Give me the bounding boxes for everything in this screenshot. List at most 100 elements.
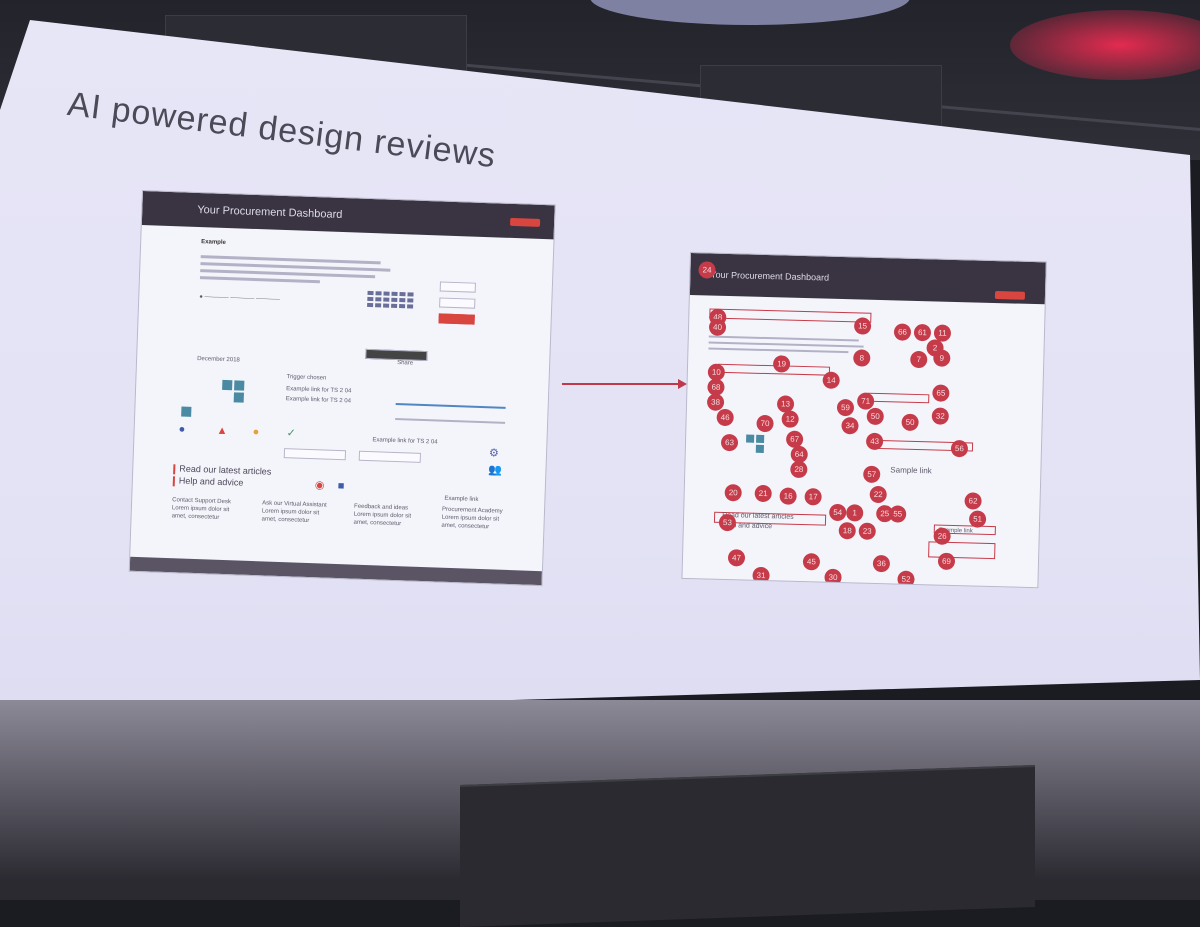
slider-track[interactable] <box>395 417 506 424</box>
annotation-marker: 62 <box>964 492 982 510</box>
button-outline[interactable] <box>439 297 476 309</box>
annotation-marker: 9 <box>933 349 951 367</box>
card-body: Lorem ipsum dolor sit <box>261 508 320 517</box>
checkbox-icon[interactable]: ■ <box>338 480 345 492</box>
annotation-marker: 36 <box>872 554 891 573</box>
dashboard-header: Your Procurement Dashboard <box>689 253 1046 305</box>
warning-icon: ▲ <box>216 424 228 438</box>
annotation-marker: 47 <box>727 549 746 567</box>
highlight-box <box>867 392 930 404</box>
info-icon: ● <box>178 423 186 436</box>
section-heading: Example <box>201 239 226 246</box>
card-title: Contact Support Desk <box>172 497 231 506</box>
annotation-marker: 50 <box>866 407 884 426</box>
colored-square <box>233 392 244 403</box>
alert-icon: ● <box>252 426 260 439</box>
annotation-marker: 34 <box>841 417 859 435</box>
settings-icon[interactable]: ⚙ <box>489 447 499 459</box>
annotation-marker: 32 <box>931 407 950 425</box>
annotation-marker: 55 <box>888 505 907 523</box>
annotation-marker: 8 <box>853 349 871 367</box>
radio-icon[interactable]: ◉ <box>315 479 325 491</box>
colored-square <box>756 434 765 444</box>
annotation-marker: 12 <box>781 410 799 428</box>
dashboard-title: Your Procurement Dashboard <box>710 269 830 283</box>
body-text-line <box>708 347 849 354</box>
primary-button[interactable] <box>438 313 475 325</box>
users-icon[interactable]: 👥 <box>488 464 502 476</box>
dashboard-footer <box>129 556 542 586</box>
card-title: Feedback and ideas <box>353 503 409 512</box>
example-link-small[interactable]: Example link <box>444 496 478 503</box>
colored-square <box>222 379 233 391</box>
annotation-marker: 20 <box>724 483 742 502</box>
annotation-marker: 17 <box>804 488 822 506</box>
annotation-marker: 30 <box>824 568 842 587</box>
body-text-line <box>708 335 859 342</box>
colored-square <box>181 406 192 417</box>
annotation-marker: 22 <box>869 485 887 504</box>
highlight-box <box>709 308 872 323</box>
colored-square <box>755 444 764 453</box>
annotation-marker: 38 <box>706 393 725 411</box>
calendar-month-label: December 2018 <box>197 356 240 364</box>
trigger-label: Trigger chosen <box>286 374 327 382</box>
input-field[interactable] <box>358 450 421 463</box>
annotation-marker: 14 <box>822 371 840 389</box>
card-title: Ask our Virtual Assistant <box>262 500 327 509</box>
annotation-marker: 28 <box>790 460 808 479</box>
annotation-marker: 70 <box>756 414 774 433</box>
calendar-widget[interactable] <box>366 290 427 333</box>
progress-bar <box>395 402 506 409</box>
input-field[interactable] <box>283 448 347 461</box>
card-body: amet, consectetur <box>441 522 490 531</box>
card-body: Lorem ipsum dolor sit <box>171 505 230 514</box>
card-body: amet, consectetur <box>171 513 220 521</box>
check-icon: ✓ <box>286 427 297 440</box>
card-body: amet, consectetur <box>261 516 310 525</box>
colored-square <box>746 434 755 443</box>
body-text-line <box>708 341 864 348</box>
share-label[interactable]: Share <box>397 360 413 367</box>
annotation-marker: 52 <box>897 570 915 588</box>
annotation-marker: 61 <box>913 323 932 342</box>
header-button[interactable] <box>509 217 541 227</box>
annotation-marker: 57 <box>863 465 881 484</box>
annotation-marker: 40 <box>708 318 727 336</box>
example-link[interactable]: Example link for TS 2 04 <box>286 396 351 404</box>
annotation-marker: 65 <box>932 384 950 402</box>
dashboard-title: Your Procurement Dashboard <box>197 203 343 222</box>
annotation-marker: 18 <box>838 521 856 540</box>
annotation-marker: 50 <box>901 413 919 432</box>
example-link[interactable]: Example link for TS 2 04 <box>286 386 351 394</box>
example-link[interactable]: Example link for TS 2 04 <box>372 437 437 445</box>
slide-title: AI powered design reviews <box>65 85 499 176</box>
sample-link[interactable]: Sample link <box>890 465 932 475</box>
button-outline[interactable] <box>439 281 476 293</box>
annotation-marker: 1 <box>846 504 864 522</box>
annotated-dashboard-mockup: Your Procurement Dashboard Sample link R… <box>681 252 1047 589</box>
card-body: Lorem ipsum dolor sit <box>441 514 500 523</box>
card-body: Lorem ipsum dolor sit <box>353 511 412 520</box>
dashboard-header: Your Procurement Dashboard <box>141 191 555 240</box>
annotation-marker: 23 <box>858 522 876 540</box>
header-button[interactable] <box>994 290 1026 300</box>
annotation-marker: 31 <box>752 566 770 585</box>
annotation-marker: 46 <box>716 408 734 427</box>
annotation-marker: 7 <box>910 350 928 369</box>
accent-bar <box>173 464 176 475</box>
annotation-marker: 63 <box>720 433 739 452</box>
transform-arrow <box>562 383 682 385</box>
colored-square <box>234 380 245 391</box>
articles-title: Read our latest articles <box>179 463 272 477</box>
annotation-marker: 54 <box>829 503 847 522</box>
card-title: Procurement Academy <box>441 506 503 515</box>
annotation-marker: 45 <box>802 553 821 571</box>
body-text-line <box>199 276 320 284</box>
card-body: amet, consectetur <box>353 519 402 528</box>
annotation-marker: 16 <box>779 487 797 505</box>
annotation-marker: 21 <box>754 484 772 503</box>
help-title: Help and advice <box>178 475 244 488</box>
stage-monitor <box>460 764 1035 927</box>
original-dashboard-mockup: Your Procurement Dashboard Example ● ———… <box>128 190 556 587</box>
